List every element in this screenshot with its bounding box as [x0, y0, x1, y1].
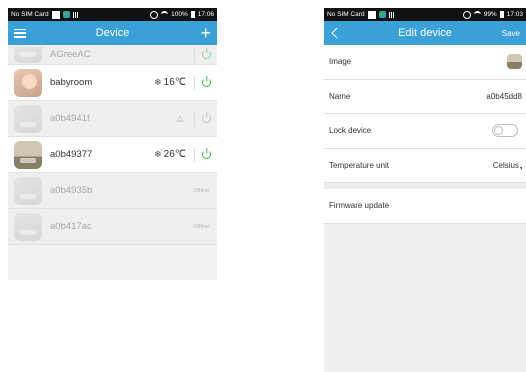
temperature-readout: ❄ 16℃ [154, 77, 186, 88]
setting-row-lock: Lock device [324, 114, 526, 149]
app-notification-icon [62, 11, 70, 18]
temperature-value: 16℃ [163, 77, 186, 88]
device-list-screen: No SIM Card 100% 17:06 Device + AGreeAC … [8, 8, 217, 280]
temperature-value: 26℃ [163, 149, 186, 160]
divider [194, 47, 195, 62]
device-name: a0b4941f [50, 113, 90, 124]
offline-badge: Offline [193, 223, 209, 230]
device-thumbnail [14, 176, 42, 205]
power-icon[interactable] [202, 114, 211, 123]
battery-icon [499, 11, 504, 18]
dropdown-caret-icon [520, 166, 522, 170]
setting-row-temperature-unit[interactable]: Temperature unit Celsius [324, 148, 526, 183]
status-bar: No SIM Card 100% 17:06 [8, 8, 217, 21]
device-thumbnail [14, 104, 42, 133]
battery-icon [190, 11, 195, 18]
divider [194, 111, 195, 126]
back-icon[interactable] [331, 27, 343, 39]
device-row-agreeac[interactable]: AGreeAC [8, 45, 217, 65]
device-name: a0b49377 [50, 149, 93, 160]
setting-label: Lock device [329, 126, 372, 136]
carrier-label: No SIM Card [11, 11, 49, 18]
save-button[interactable]: Save [502, 29, 520, 38]
wifi-icon [473, 11, 481, 18]
wifi-icon [161, 11, 169, 18]
device-name: AGreeAC [50, 49, 91, 60]
device-name-value[interactable]: a0b45dd8 [486, 92, 522, 101]
device-list: AGreeAC babyroom ❄ 16℃ a0b4941f a0b49377 … [8, 45, 217, 245]
setting-label: Image [329, 57, 352, 67]
alarm-icon [150, 10, 159, 19]
edit-device-screen: No SIM Card 99% 17:03 Edit device Save I… [324, 8, 526, 372]
battery-percent: 99% [483, 11, 497, 18]
setting-label: Temperature unit [329, 160, 390, 170]
setting-row-name[interactable]: Name a0b45dd8 [324, 79, 526, 114]
snowflake-icon: ❄ [154, 149, 162, 159]
barcode-notification-icon [388, 11, 395, 18]
device-image-thumbnail[interactable] [507, 54, 522, 70]
divider [194, 75, 195, 90]
page-title: Device [95, 27, 130, 39]
settings-list: Image Name a0b45dd8 Lock device Temperat… [324, 45, 526, 224]
setting-label: Name [329, 91, 351, 101]
lock-device-toggle[interactable] [492, 124, 518, 138]
warning-icon [176, 115, 184, 122]
setting-row-firmware[interactable]: Firmware update [324, 189, 526, 224]
image-notification-icon [367, 10, 376, 19]
device-name: babyroom [50, 77, 93, 88]
device-thumbnail [14, 68, 42, 97]
device-row-a0b417ac[interactable]: a0b417ac Offline [8, 209, 217, 245]
device-thumbnail [14, 140, 42, 169]
device-name: a0b4935b [50, 185, 93, 196]
add-device-button[interactable]: + [200, 24, 211, 42]
image-notification-icon [51, 10, 60, 19]
menu-icon[interactable] [14, 28, 26, 38]
status-bar: No SIM Card 99% 17:03 [324, 8, 526, 21]
page-title: Edit device [398, 27, 452, 39]
setting-row-image[interactable]: Image [324, 45, 526, 80]
power-icon[interactable] [202, 50, 211, 59]
temperature-readout: ❄ 26℃ [154, 149, 186, 160]
temperature-unit-select[interactable]: Celsius [493, 161, 522, 170]
power-icon[interactable] [202, 150, 211, 159]
carrier-label: No SIM Card [327, 11, 365, 18]
temperature-unit-value: Celsius [492, 160, 519, 170]
device-row-a0b49377[interactable]: a0b49377 ❄ 26℃ [8, 137, 217, 173]
barcode-notification-icon [72, 11, 79, 18]
setting-label: Firmware update [329, 201, 390, 211]
top-navbar: Edit device Save [324, 21, 526, 45]
clock: 17:03 [506, 11, 523, 18]
battery-percent: 100% [171, 11, 188, 18]
device-name: a0b417ac [50, 221, 92, 232]
power-icon[interactable] [202, 78, 211, 87]
device-thumbnail [14, 46, 42, 63]
device-row-a0b4935b[interactable]: a0b4935b Offline [8, 173, 217, 209]
toggle-knob [494, 126, 503, 136]
clock: 17:06 [197, 11, 214, 18]
offline-badge: Offline [193, 187, 209, 194]
device-row-a0b4941f[interactable]: a0b4941f [8, 101, 217, 137]
snowflake-icon: ❄ [154, 77, 162, 87]
top-navbar: Device + [8, 21, 217, 45]
alarm-icon [462, 10, 471, 19]
divider [194, 147, 195, 162]
device-row-babyroom[interactable]: babyroom ❄ 16℃ [8, 65, 217, 101]
app-notification-icon [378, 11, 386, 18]
device-thumbnail [14, 212, 42, 241]
